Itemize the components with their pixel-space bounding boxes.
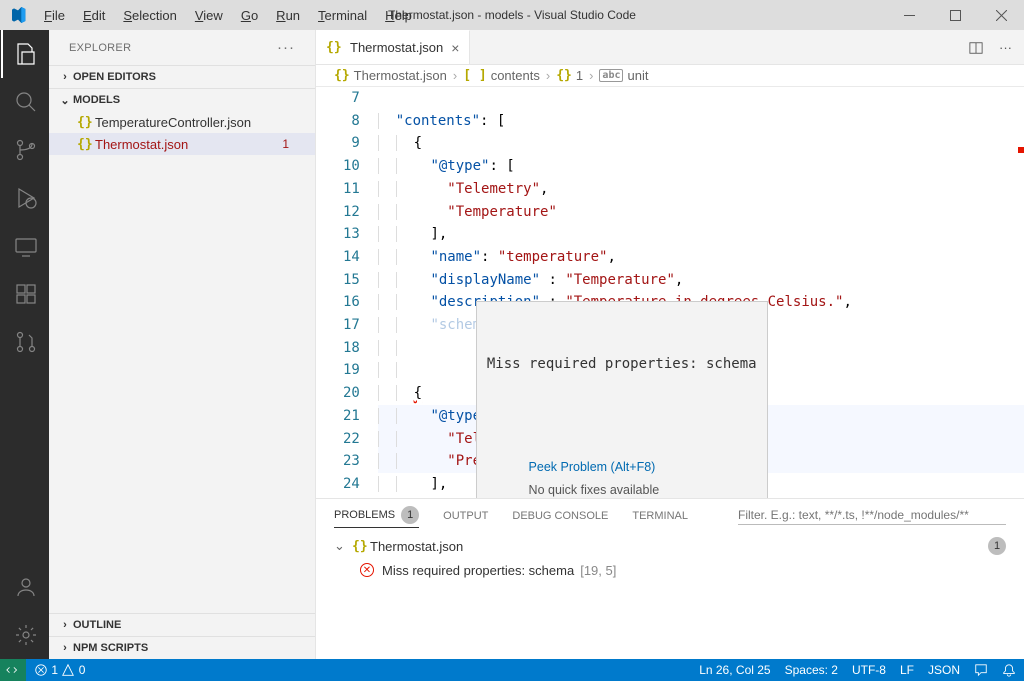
activity-settings[interactable]: [1, 611, 49, 659]
file-temperature-controller[interactable]: {} TemperatureController.json: [49, 111, 315, 133]
problem-item[interactable]: ✕ Miss required properties: schema [19, …: [316, 558, 1024, 582]
remote-indicator[interactable]: [0, 659, 26, 681]
bottom-panel: PROBLEMS 1 OUTPUT DEBUG CONSOLE TERMINAL…: [316, 498, 1024, 659]
split-editor-icon[interactable]: [969, 39, 983, 55]
status-spaces[interactable]: Spaces: 2: [785, 663, 838, 677]
menu-go[interactable]: Go: [232, 4, 267, 27]
code-content[interactable]: "contents": [ { "@type": [ "Telemetry", …: [378, 87, 1024, 498]
editor-area: {} Thermostat.json × ··· {} Thermostat.j…: [316, 30, 1024, 659]
error-badge: 1: [282, 137, 289, 151]
no-quick-fix-label: No quick fixes available: [529, 483, 660, 497]
menu-view[interactable]: View: [186, 4, 232, 27]
workspace-section[interactable]: ⌄MODELS: [49, 89, 315, 111]
activity-accounts[interactable]: [1, 563, 49, 611]
close-icon[interactable]: ×: [451, 40, 459, 56]
app-icon: [0, 7, 35, 23]
status-bar: 1 0 Ln 26, Col 25 Spaces: 2 UTF-8 LF JSO…: [0, 659, 1024, 681]
title-bar: FFileile Edit Selection View Go Run Term…: [0, 0, 1024, 30]
menu-selection[interactable]: Selection: [114, 4, 185, 27]
problem-location: [19, 5]: [580, 563, 616, 578]
window-title: Thermostat.json - models - Visual Studio…: [388, 8, 636, 22]
file-thermostat[interactable]: {} Thermostat.json 1: [49, 133, 315, 155]
problems-count-badge: 1: [401, 506, 419, 524]
json-icon: {}: [77, 137, 95, 152]
json-icon: {}: [77, 115, 95, 130]
json-icon: {}: [352, 539, 370, 554]
menu-bar: FFileile Edit Selection View Go Run Term…: [35, 4, 421, 27]
status-cursor-position[interactable]: Ln 26, Col 25: [699, 663, 770, 677]
close-button[interactable]: [978, 0, 1024, 30]
more-actions-icon[interactable]: ···: [999, 40, 1012, 55]
maximize-button[interactable]: [932, 0, 978, 30]
tab-terminal[interactable]: TERMINAL: [632, 510, 688, 522]
line-gutter: 789101112131415161718192021222324: [316, 87, 378, 498]
tab-output[interactable]: OUTPUT: [443, 510, 488, 522]
explorer-sidebar: EXPLORER ··· ›OPEN EDITORS ⌄MODELS {} Te…: [49, 30, 316, 659]
explorer-title: EXPLORER ···: [49, 30, 315, 65]
menu-file[interactable]: FFileile: [35, 4, 74, 27]
activity-explorer[interactable]: [1, 30, 49, 78]
activity-bar: [0, 30, 49, 659]
tab-label: Thermostat.json: [350, 40, 443, 55]
outline-section[interactable]: ›OUTLINE: [49, 614, 315, 636]
activity-source-control[interactable]: [1, 126, 49, 174]
filter-input[interactable]: [738, 506, 1006, 525]
window-controls: [886, 0, 1024, 30]
panel-tabs: PROBLEMS 1 OUTPUT DEBUG CONSOLE TERMINAL: [316, 499, 1024, 532]
activity-run-debug[interactable]: [1, 174, 49, 222]
editor-tabs: {} Thermostat.json × ···: [316, 30, 1024, 65]
status-notifications-icon[interactable]: [1002, 663, 1016, 678]
activity-search[interactable]: [1, 78, 49, 126]
activity-remote[interactable]: [1, 222, 49, 270]
menu-run[interactable]: Run: [267, 4, 309, 27]
status-eol[interactable]: LF: [900, 663, 914, 677]
file-problem-count: 1: [988, 537, 1006, 555]
activity-extensions[interactable]: [1, 270, 49, 318]
hover-popup: Miss required properties: schema Peek Pr…: [476, 301, 768, 498]
error-icon: ✕: [360, 563, 374, 577]
status-errors-warnings[interactable]: 1 0: [34, 663, 85, 678]
problem-file-row[interactable]: ⌄ {} Thermostat.json 1: [316, 534, 1024, 558]
tab-problems[interactable]: PROBLEMS 1: [334, 506, 419, 528]
menu-terminal[interactable]: Terminal: [309, 4, 376, 27]
tab-debug-console[interactable]: DEBUG CONSOLE: [512, 510, 608, 522]
peek-problem-link[interactable]: Peek Problem (Alt+F8): [529, 460, 656, 474]
status-language[interactable]: JSON: [928, 663, 960, 677]
status-encoding[interactable]: UTF-8: [852, 663, 886, 677]
code-editor[interactable]: 789101112131415161718192021222324 "conte…: [316, 87, 1024, 498]
hover-message: Miss required properties: schema: [487, 353, 757, 376]
panel-filter[interactable]: [738, 506, 1006, 525]
activity-git-pr[interactable]: [1, 318, 49, 366]
breadcrumbs[interactable]: {} Thermostat.json › [ ] contents › {} 1…: [316, 65, 1024, 87]
menu-edit[interactable]: Edit: [74, 4, 114, 27]
minimize-button[interactable]: [886, 0, 932, 30]
open-editors-section[interactable]: ›OPEN EDITORS: [49, 66, 315, 88]
json-icon: {}: [326, 40, 344, 55]
problem-message: Miss required properties: schema: [382, 563, 574, 578]
tab-thermostat[interactable]: {} Thermostat.json ×: [316, 30, 470, 64]
explorer-actions-icon[interactable]: ···: [277, 39, 295, 56]
npm-scripts-section[interactable]: ›NPM SCRIPTS: [49, 637, 315, 659]
status-feedback-icon[interactable]: [974, 663, 988, 678]
